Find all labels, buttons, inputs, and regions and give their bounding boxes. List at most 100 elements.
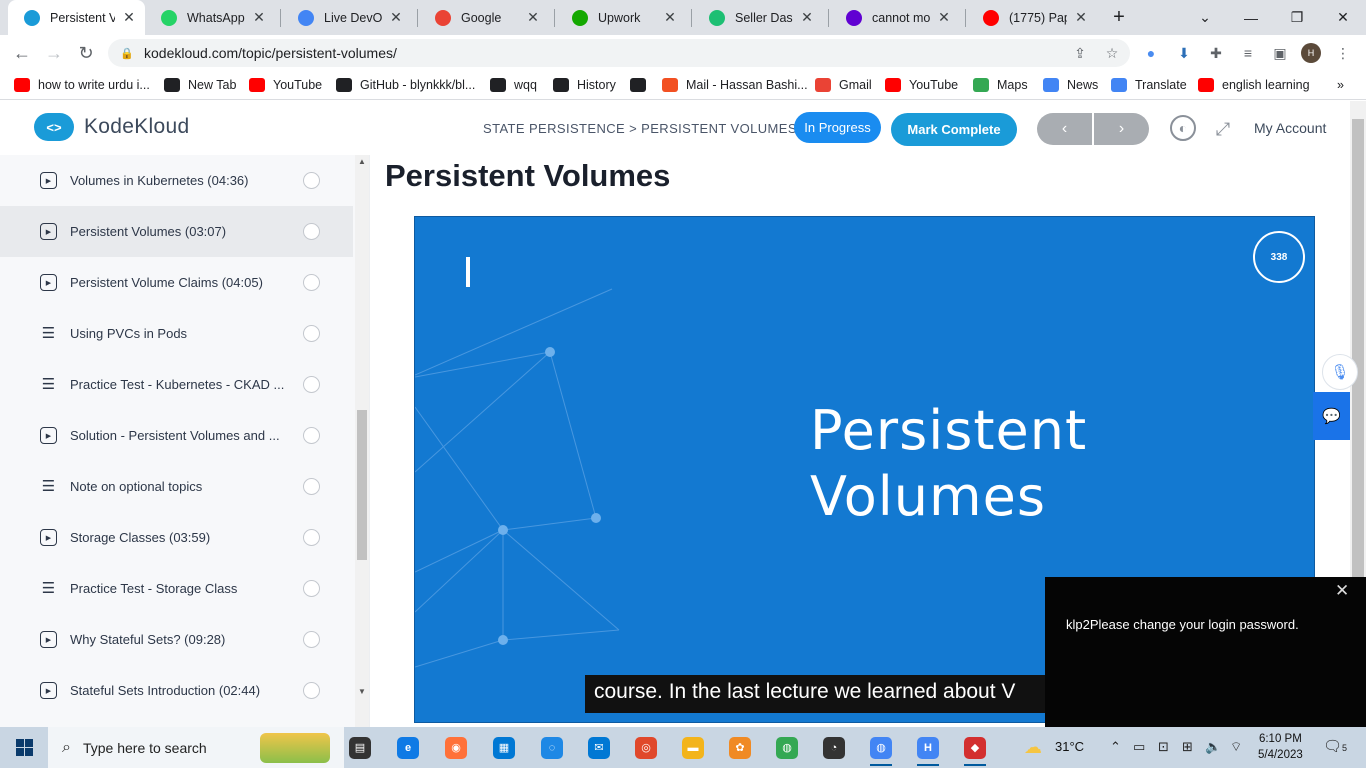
bookmark-item[interactable]: Translate xyxy=(1111,76,1187,94)
restore-icon[interactable]: ❐ xyxy=(1274,0,1320,35)
taskbar-app[interactable]: ◆ xyxy=(952,727,998,768)
reading-list-icon[interactable]: ≡ xyxy=(1238,43,1258,63)
taskbar-app[interactable]: ◌ xyxy=(529,727,575,768)
completion-circle-icon[interactable] xyxy=(303,223,320,240)
taskbar-app[interactable]: ✉ xyxy=(576,727,622,768)
browser-tab[interactable]: cannot move ✕ xyxy=(830,0,960,35)
bookmark-item[interactable]: Maps xyxy=(973,76,1028,94)
share-icon[interactable]: ⇪ xyxy=(1070,43,1090,63)
close-tab-icon[interactable]: ✕ xyxy=(121,9,137,26)
tab-search-icon[interactable]: ⌄ xyxy=(1182,0,1228,35)
lesson-item[interactable]: ▶ Solution - Persistent Volumes and ... xyxy=(0,410,353,461)
taskbar-app[interactable]: ▦ xyxy=(481,727,527,768)
kodekloud-logo[interactable]: <> KodeKloud xyxy=(34,113,189,141)
completion-circle-icon[interactable] xyxy=(303,376,320,393)
completion-circle-icon[interactable] xyxy=(303,274,320,291)
completion-circle-icon[interactable] xyxy=(303,478,320,495)
bookmark-star-icon[interactable]: ☆ xyxy=(1102,43,1122,63)
bookmark-item[interactable] xyxy=(630,76,654,94)
chat-icon[interactable]: 💬 xyxy=(1313,392,1350,440)
dark-mode-icon[interactable]: ◐ xyxy=(1170,115,1196,141)
taskbar-app[interactable]: ◉ xyxy=(433,727,479,768)
browser-tab[interactable]: WhatsApp ✕ xyxy=(145,0,275,35)
browser-tab[interactable]: (1775) Papa J ✕ xyxy=(967,0,1097,35)
completion-circle-icon[interactable] xyxy=(303,529,320,546)
completion-circle-icon[interactable] xyxy=(303,580,320,597)
scroll-down-icon[interactable]: ▼ xyxy=(357,687,367,696)
taskbar-app[interactable]: e xyxy=(385,727,431,768)
toast-close-icon[interactable]: ✕ xyxy=(1335,581,1349,601)
bookmark-item[interactable]: Gmail xyxy=(815,76,872,94)
previous-lesson-button[interactable]: ‹ xyxy=(1037,113,1092,145)
taskbar-app[interactable]: ◔ xyxy=(811,727,857,768)
network-icon[interactable]: ⊡ xyxy=(1158,739,1169,755)
bookmark-item[interactable]: GitHub - blynkkk/bl... xyxy=(336,76,475,94)
browser-tab[interactable]: Live DevOps I ✕ xyxy=(282,0,412,35)
bookmark-item[interactable]: english learning xyxy=(1198,76,1310,94)
lesson-item[interactable]: ☰ Practice Test - Storage Class xyxy=(0,563,353,614)
taskbar-app[interactable]: ◍ xyxy=(764,727,810,768)
downloads-icon[interactable]: ⬇ xyxy=(1174,43,1194,63)
close-tab-icon[interactable]: ✕ xyxy=(936,9,952,26)
voice-icon[interactable]: ● xyxy=(1141,43,1161,63)
close-tab-icon[interactable]: ✕ xyxy=(799,9,815,26)
mark-complete-button[interactable]: Mark Complete xyxy=(891,113,1017,146)
bookmark-item[interactable]: Mail - Hassan Bashi... xyxy=(662,76,808,94)
show-hidden-icons-icon[interactable]: ⌃ xyxy=(1110,739,1121,755)
reload-icon[interactable]: ↻ xyxy=(72,39,100,67)
taskbar-app[interactable]: H xyxy=(905,727,951,768)
windows-start-icon[interactable] xyxy=(0,727,48,768)
completion-circle-icon[interactable] xyxy=(303,631,320,648)
bookmark-item[interactable]: News xyxy=(1043,76,1098,94)
wifi-icon[interactable]: ⌔ xyxy=(1230,739,1242,755)
bookmark-item[interactable]: how to write urdu i... xyxy=(14,76,150,94)
notifications-icon[interactable]: 🗨5 xyxy=(1323,737,1347,755)
more-bookmarks-icon[interactable]: » xyxy=(1337,76,1344,94)
completion-circle-icon[interactable] xyxy=(303,427,320,444)
battery-icon[interactable]: ▭ xyxy=(1133,739,1145,755)
lesson-item[interactable]: ▶ Stateful Sets Introduction (02:44) xyxy=(0,665,353,716)
taskbar-app[interactable]: ✿ xyxy=(717,727,763,768)
back-icon[interactable]: ← xyxy=(8,39,36,67)
browser-tab[interactable]: Seller Dashbo ✕ xyxy=(693,0,823,35)
close-window-icon[interactable]: ✕ xyxy=(1320,0,1366,35)
scroll-up-icon[interactable]: ▲ xyxy=(357,157,367,166)
lesson-item[interactable]: ▶ Storage Classes (03:59) xyxy=(0,512,353,563)
sidebar-scrollbar[interactable]: ▲ ▼ xyxy=(355,155,369,727)
microphone-icon[interactable]: 🎙 xyxy=(1322,354,1358,390)
fullscreen-icon[interactable]: ⤢ xyxy=(1210,116,1236,142)
browser-tab[interactable]: Persistent Vol ✕ xyxy=(8,0,145,35)
extensions-icon[interactable]: ✚ xyxy=(1206,43,1226,63)
taskbar-app[interactable]: ▬ xyxy=(670,727,716,768)
lesson-item[interactable]: ▶ Persistent Volumes (03:07) xyxy=(0,206,353,257)
taskbar-search-box[interactable]: ⌕ Type here to search xyxy=(48,727,344,768)
bookmark-item[interactable]: New Tab xyxy=(164,76,236,94)
taskbar-app[interactable]: ◍ xyxy=(858,727,904,768)
completion-circle-icon[interactable] xyxy=(303,325,320,342)
sidebar-scroll-thumb[interactable] xyxy=(357,410,367,560)
new-tab-button[interactable]: + xyxy=(1096,0,1142,35)
browser-tab[interactable]: Upwork ✕ xyxy=(556,0,686,35)
bookmark-item[interactable]: YouTube xyxy=(885,76,958,94)
lesson-item[interactable]: ▶ Volumes in Kubernetes (04:36) xyxy=(0,155,353,206)
next-lesson-button[interactable]: › xyxy=(1094,113,1149,145)
lesson-item[interactable]: ☰ Note on optional topics xyxy=(0,461,353,512)
lesson-item[interactable]: ☰ Using PVCs in Pods xyxy=(0,308,353,359)
page-scroll-thumb[interactable] xyxy=(1352,119,1364,579)
chrome-menu-icon[interactable]: ⋮ xyxy=(1333,43,1353,63)
completion-circle-icon[interactable] xyxy=(303,682,320,699)
devices-icon[interactable]: ⊞ xyxy=(1182,739,1193,755)
lesson-item[interactable]: ▶ Why Stateful Sets? (09:28) xyxy=(0,614,353,665)
close-tab-icon[interactable]: ✕ xyxy=(662,9,678,26)
my-account-link[interactable]: My Account xyxy=(1254,120,1326,136)
browser-tab[interactable]: Google ✕ xyxy=(419,0,549,35)
bookmark-item[interactable]: YouTube xyxy=(249,76,322,94)
side-panel-icon[interactable]: ▣ xyxy=(1270,43,1290,63)
taskbar-app[interactable]: ◎ xyxy=(623,727,669,768)
completion-circle-icon[interactable] xyxy=(303,172,320,189)
close-tab-icon[interactable]: ✕ xyxy=(1073,9,1089,26)
taskbar-app[interactable]: ▤ xyxy=(337,727,383,768)
close-tab-icon[interactable]: ✕ xyxy=(251,9,267,26)
bookmark-item[interactable]: History xyxy=(553,76,616,94)
forward-icon[interactable]: → xyxy=(40,39,68,67)
